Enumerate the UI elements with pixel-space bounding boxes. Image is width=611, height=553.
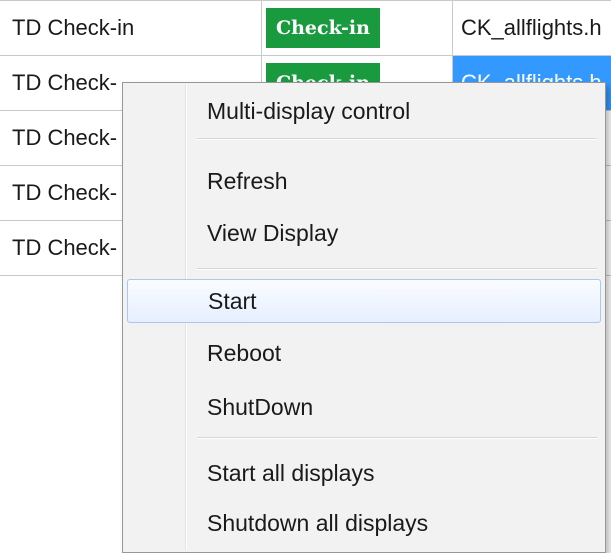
shutdown-item[interactable]: ShutDown <box>127 385 601 429</box>
menu-separator <box>197 138 597 140</box>
start-all-displays-item[interactable]: Start all displays <box>127 451 601 495</box>
status-cell: Check-in <box>262 1 453 55</box>
context-menu: Multi-display control Refresh View Displ… <box>122 82 606 553</box>
display-name-cell: TD Check-in <box>0 1 262 55</box>
multi-display-control-item[interactable]: Multi-display control <box>127 89 601 133</box>
shutdown-all-displays-item[interactable]: Shutdown all displays <box>127 501 601 545</box>
status-badge: Check-in <box>266 8 380 48</box>
view-display-item[interactable]: View Display <box>127 211 601 255</box>
menu-separator <box>197 268 597 270</box>
file-cell: CK_allflights.h <box>461 15 602 40</box>
reboot-item[interactable]: Reboot <box>127 331 601 375</box>
menu-separator <box>197 437 597 439</box>
start-item[interactable]: Start <box>127 279 601 323</box>
refresh-item[interactable]: Refresh <box>127 159 601 203</box>
table-row[interactable]: TD Check-in Check-in CK_allflights.h <box>0 0 611 56</box>
